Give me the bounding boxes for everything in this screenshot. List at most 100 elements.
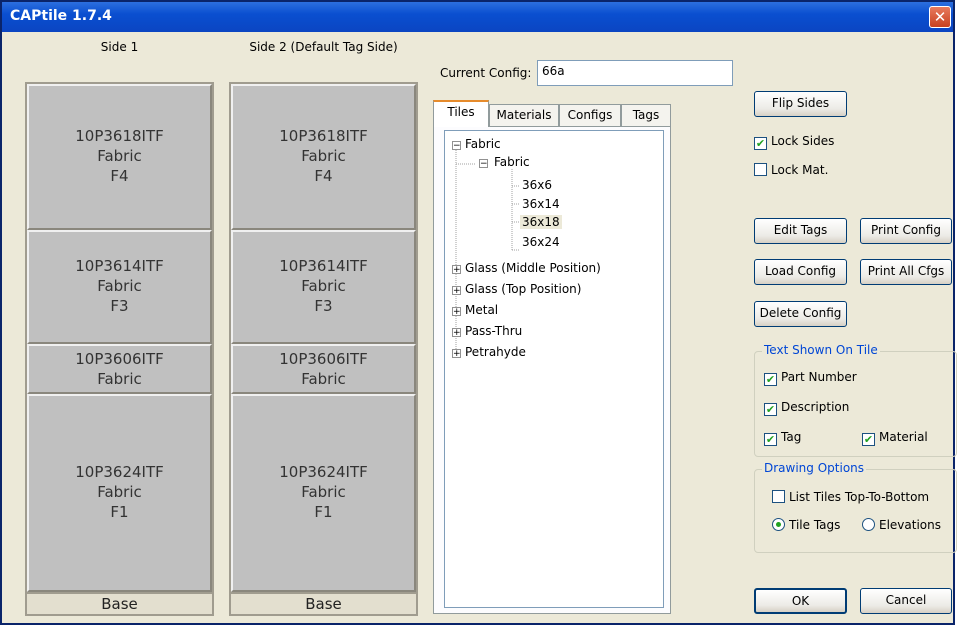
description-label: Description bbox=[781, 400, 850, 414]
load-config-button[interactable]: Load Config bbox=[754, 259, 847, 285]
title-bar[interactable]: CAPtile 1.7.4 ✕ bbox=[2, 2, 953, 32]
base-label: Base bbox=[229, 592, 418, 616]
tile-material: Fabric bbox=[301, 147, 346, 165]
tree-node-fabric[interactable]: Fabric bbox=[465, 137, 501, 151]
side1-column: 10P3618ITF Fabric F4 10P3614ITF Fabric F… bbox=[25, 82, 214, 616]
list-top-to-bottom-checkbox[interactable]: List Tiles Top-To-Bottom bbox=[772, 490, 929, 504]
tree-leaf-36x6[interactable]: 36x6 bbox=[522, 178, 552, 192]
tile-tree[interactable]: − Fabric − Fabric 36x6 36x14 36x18 36x24… bbox=[444, 130, 664, 608]
tile[interactable]: 10P3624ITF Fabric F1 bbox=[231, 394, 416, 592]
lock-sides-label: Lock Sides bbox=[771, 134, 835, 148]
tile-material: Fabric bbox=[97, 483, 142, 501]
tile-part-number: 10P3614ITF bbox=[279, 257, 368, 275]
checkbox-box[interactable] bbox=[754, 163, 767, 176]
material-checkbox[interactable]: ✔ Material bbox=[862, 430, 928, 446]
edit-tags-button[interactable]: Edit Tags bbox=[754, 218, 847, 244]
print-all-configs-button[interactable]: Print All Cfgs bbox=[860, 259, 952, 285]
tree-leaf-36x18[interactable]: 36x18 bbox=[520, 215, 562, 229]
tile-tag: F1 bbox=[314, 503, 333, 521]
drawing-options-group bbox=[754, 469, 957, 553]
text-shown-group-title: Text Shown On Tile bbox=[762, 343, 880, 357]
ok-button[interactable]: OK bbox=[754, 588, 847, 614]
list-top-to-bottom-label: List Tiles Top-To-Bottom bbox=[789, 490, 930, 504]
radio-button[interactable] bbox=[772, 518, 785, 531]
drawing-options-group-title: Drawing Options bbox=[762, 461, 867, 475]
cancel-button[interactable]: Cancel bbox=[860, 588, 952, 614]
tile-material: Fabric bbox=[97, 147, 142, 165]
checkbox-box[interactable]: ✔ bbox=[754, 137, 767, 150]
description-checkbox[interactable]: ✔ Description bbox=[764, 400, 849, 416]
checkbox-box[interactable] bbox=[772, 490, 785, 503]
tile-material: Fabric bbox=[97, 277, 142, 295]
delete-config-button[interactable]: Delete Config bbox=[754, 301, 847, 327]
close-icon: ✕ bbox=[933, 8, 947, 26]
elevations-radio[interactable]: Elevations bbox=[862, 518, 941, 532]
close-button[interactable]: ✕ bbox=[929, 6, 951, 28]
tile[interactable]: 10P3614ITF Fabric F3 bbox=[231, 230, 416, 344]
tab-configs[interactable]: Configs bbox=[559, 104, 621, 126]
tile[interactable]: 10P3618ITF Fabric F4 bbox=[231, 84, 416, 230]
lock-mat-label: Lock Mat. bbox=[771, 163, 829, 177]
tile-tag: F3 bbox=[110, 297, 129, 315]
current-config-input[interactable]: 66a bbox=[537, 60, 733, 86]
expand-glass-middle-icon[interactable]: + bbox=[452, 265, 461, 275]
tile-tag: F1 bbox=[110, 503, 129, 521]
tag-label: Tag bbox=[781, 430, 802, 444]
collapse-fabric-icon[interactable]: − bbox=[452, 141, 461, 151]
part-number-label: Part Number bbox=[781, 370, 857, 384]
tile-part-number: 10P3624ITF bbox=[279, 463, 368, 481]
checkbox-box[interactable]: ✔ bbox=[764, 433, 777, 446]
tile-part-number: 10P3624ITF bbox=[75, 463, 164, 481]
side2-label: Side 2 (Default Tag Side) bbox=[249, 40, 398, 54]
tile-material: Fabric bbox=[97, 370, 142, 388]
tile-tag: F3 bbox=[314, 297, 333, 315]
tile-tags-label: Tile Tags bbox=[789, 518, 841, 532]
part-number-checkbox[interactable]: ✔ Part Number bbox=[764, 370, 857, 386]
tab-materials[interactable]: Materials bbox=[489, 104, 559, 126]
current-config-label: Current Config: bbox=[440, 66, 532, 80]
lock-mat-checkbox[interactable]: Lock Mat. bbox=[754, 163, 828, 177]
collapse-fabric-sub-icon[interactable]: − bbox=[479, 159, 488, 169]
tile[interactable]: 10P3606ITF Fabric bbox=[231, 344, 416, 394]
expand-metal-icon[interactable]: + bbox=[452, 307, 461, 317]
flip-sides-button[interactable]: Flip Sides bbox=[754, 91, 847, 117]
checkbox-box[interactable]: ✔ bbox=[764, 403, 777, 416]
print-config-button[interactable]: Print Config bbox=[860, 218, 952, 244]
window-title: CAPtile 1.7.4 bbox=[10, 8, 112, 24]
tile-part-number: 10P3614ITF bbox=[75, 257, 164, 275]
tree-node-glass-middle[interactable]: Glass (Middle Position) bbox=[465, 261, 601, 275]
check-icon: ✔ bbox=[863, 433, 874, 446]
tree-node-pass-thru[interactable]: Pass-Thru bbox=[465, 324, 522, 338]
check-icon: ✔ bbox=[765, 433, 776, 446]
tree-leaf-36x24[interactable]: 36x24 bbox=[522, 235, 560, 249]
checkbox-box[interactable]: ✔ bbox=[764, 373, 777, 386]
tree-node-metal[interactable]: Metal bbox=[465, 303, 498, 317]
tab-tiles[interactable]: Tiles bbox=[433, 100, 489, 127]
check-icon: ✔ bbox=[755, 137, 766, 150]
check-icon: ✔ bbox=[765, 373, 776, 386]
expand-pass-thru-icon[interactable]: + bbox=[452, 328, 461, 338]
base-label: Base bbox=[25, 592, 214, 616]
tree-node-petrahyde[interactable]: Petrahyde bbox=[465, 345, 526, 359]
radio-button[interactable] bbox=[862, 518, 875, 531]
tab-tags[interactable]: Tags bbox=[621, 104, 671, 126]
tile[interactable]: 10P3624ITF Fabric F1 bbox=[27, 394, 212, 592]
lock-sides-checkbox[interactable]: ✔ Lock Sides bbox=[754, 134, 834, 150]
tag-checkbox[interactable]: ✔ Tag bbox=[764, 430, 801, 446]
tile-material: Fabric bbox=[301, 370, 346, 388]
tree-node-fabric-sub[interactable]: Fabric bbox=[494, 155, 530, 169]
material-label: Material bbox=[879, 430, 928, 444]
side1-label: Side 1 bbox=[100, 40, 139, 54]
tile[interactable]: 10P3606ITF Fabric bbox=[27, 344, 212, 394]
tile-tags-radio[interactable]: Tile Tags bbox=[772, 518, 840, 532]
checkbox-box[interactable]: ✔ bbox=[862, 433, 875, 446]
tile[interactable]: 10P3618ITF Fabric F4 bbox=[27, 84, 212, 230]
tile-material: Fabric bbox=[301, 483, 346, 501]
expand-petrahyde-icon[interactable]: + bbox=[452, 349, 461, 359]
expand-glass-top-icon[interactable]: + bbox=[452, 286, 461, 296]
tree-leaf-36x14[interactable]: 36x14 bbox=[522, 197, 560, 211]
tree-node-glass-top[interactable]: Glass (Top Position) bbox=[465, 282, 581, 296]
tile[interactable]: 10P3614ITF Fabric F3 bbox=[27, 230, 212, 344]
tile-part-number: 10P3618ITF bbox=[75, 127, 164, 145]
tile-part-number: 10P3606ITF bbox=[279, 350, 368, 368]
